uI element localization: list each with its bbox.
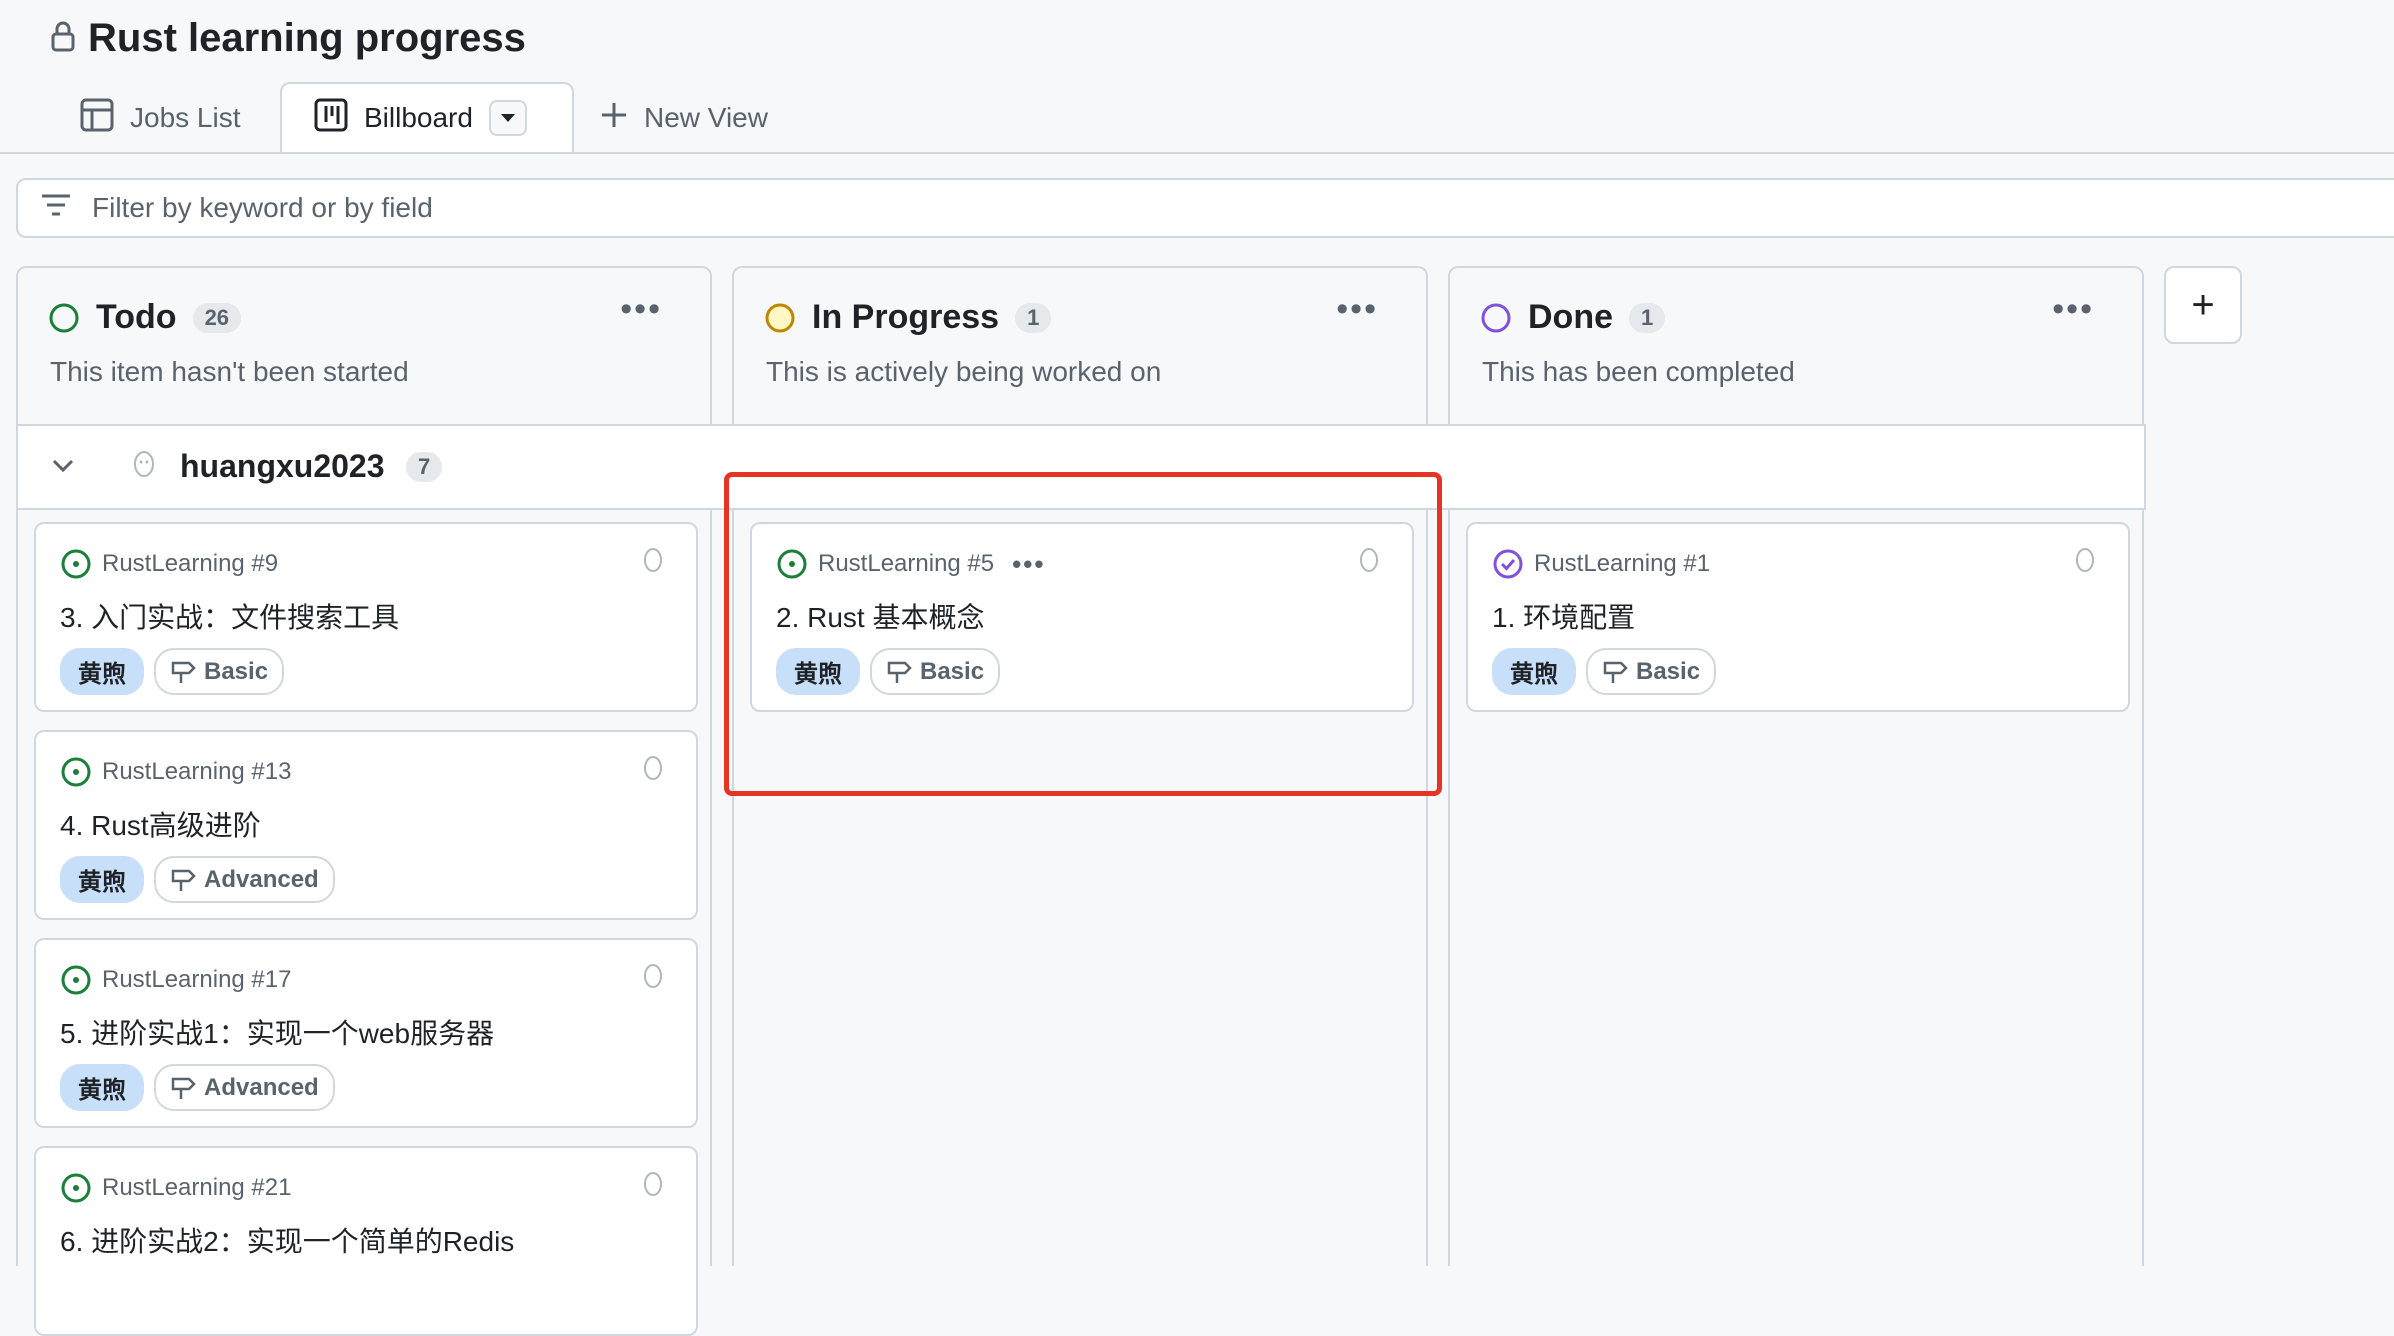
filter-icon	[40, 192, 72, 224]
issue-title[interactable]: 3. 入门实战：文件搜索工具	[60, 596, 399, 636]
column-name: Done	[1528, 298, 1613, 336]
column-count: 1	[1015, 302, 1052, 333]
column-description: This has been completed	[1482, 356, 1795, 387]
highlight-box	[724, 472, 1442, 796]
milestone-icon	[171, 1077, 196, 1099]
column-menu-button[interactable]: •••	[1336, 290, 1378, 329]
table-icon	[80, 98, 114, 139]
tab-label: Billboard	[364, 102, 473, 133]
avatar	[642, 962, 664, 997]
assignee-label[interactable]: 黄煦	[60, 856, 144, 903]
milestone-label[interactable]: Basic	[1586, 648, 1717, 695]
add-column-button[interactable]: +	[2164, 266, 2242, 344]
in-progress-status-icon	[765, 303, 795, 332]
milestone-label[interactable]: Basic	[154, 648, 285, 695]
column-name: Todo	[96, 298, 177, 336]
issue-open-icon	[61, 965, 91, 995]
column-done: Done 1 This has been completed •••	[1448, 266, 2144, 1266]
column-count: 1	[1629, 302, 1666, 333]
column-name: In Progress	[812, 298, 1000, 336]
assignee-label[interactable]: 黄煦	[1492, 648, 1576, 695]
milestone-name: Advanced	[204, 865, 319, 893]
project-title: Rust learning progress	[88, 15, 526, 60]
issue-title[interactable]: 4. Rust高级进阶	[60, 804, 261, 844]
issue-closed-icon	[1493, 549, 1523, 579]
avatar	[2074, 546, 2096, 581]
milestone-name: Basic	[1636, 657, 1701, 685]
milestone-icon	[171, 869, 196, 891]
issue-open-icon	[61, 549, 91, 579]
filter-placeholder: Filter by keyword or by field	[92, 192, 433, 223]
group-name: huangxu2023	[180, 448, 385, 484]
issue-title[interactable]: 1. 环境配置	[1492, 596, 1635, 636]
issue-card[interactable]: RustLearning #21 6. 进阶实战2：实现一个简单的Redis	[34, 1146, 698, 1336]
issue-card[interactable]: RustLearning #17 5. 进阶实战1：实现一个web服务器 黄煦 …	[34, 938, 698, 1128]
issue-ref[interactable]: RustLearning #17	[102, 966, 291, 994]
issue-title[interactable]: 6. 进阶实战2：实现一个简单的Redis	[60, 1220, 514, 1260]
board-icon	[314, 98, 348, 139]
group-count: 7	[406, 452, 443, 482]
issue-open-icon	[61, 1173, 91, 1203]
new-view-button[interactable]: New View	[600, 84, 768, 152]
issue-title[interactable]: 5. 进阶实战1：实现一个web服务器	[60, 1012, 494, 1052]
issue-open-icon	[61, 757, 91, 787]
milestone-icon	[171, 661, 196, 683]
issue-card[interactable]: RustLearning #13 4. Rust高级进阶 黄煦 Advanced	[34, 730, 698, 920]
milestone-name: Basic	[204, 657, 269, 685]
assignee-label[interactable]: 黄煦	[60, 648, 144, 695]
plus-icon	[600, 101, 628, 136]
issue-ref[interactable]: RustLearning #1	[1534, 550, 1710, 578]
avatar	[130, 448, 158, 489]
issue-card[interactable]: RustLearning #9 3. 入门实战：文件搜索工具 黄煦 Basic	[34, 522, 698, 712]
column-description: This is actively being worked on	[766, 356, 1162, 387]
tab-label: Jobs List	[130, 102, 241, 133]
issue-ref[interactable]: RustLearning #9	[102, 550, 278, 578]
avatar	[642, 754, 664, 789]
assignee-label[interactable]: 黄煦	[60, 1064, 144, 1111]
lock-icon	[50, 20, 76, 57]
tab-billboard[interactable]: Billboard	[280, 82, 574, 152]
filter-input[interactable]: Filter by keyword or by field	[16, 178, 2394, 238]
tab-jobs-list[interactable]: Jobs List	[80, 84, 241, 152]
issue-ref[interactable]: RustLearning #21	[102, 1174, 291, 1202]
todo-status-icon	[49, 303, 79, 332]
issue-ref[interactable]: RustLearning #13	[102, 758, 291, 786]
tab-label: New View	[644, 102, 768, 133]
tabs-divider	[0, 152, 2394, 154]
column-menu-button[interactable]: •••	[620, 290, 662, 329]
milestone-label[interactable]: Advanced	[154, 856, 335, 903]
column-menu-button[interactable]: •••	[2052, 290, 2094, 329]
milestone-icon	[1603, 661, 1628, 683]
avatar	[642, 1170, 664, 1205]
chevron-down-icon[interactable]	[50, 452, 76, 483]
avatar	[642, 546, 664, 581]
done-status-icon	[1481, 303, 1511, 332]
issue-card[interactable]: RustLearning #1 1. 环境配置 黄煦 Basic	[1466, 522, 2130, 712]
column-description: This item hasn't been started	[50, 356, 409, 387]
milestone-label[interactable]: Advanced	[154, 1064, 335, 1111]
project-header: Rust learning progress	[50, 10, 526, 66]
view-options-button[interactable]	[488, 100, 527, 136]
caret-down-icon	[500, 114, 515, 122]
column-count: 26	[192, 302, 242, 333]
milestone-name: Advanced	[204, 1073, 319, 1101]
